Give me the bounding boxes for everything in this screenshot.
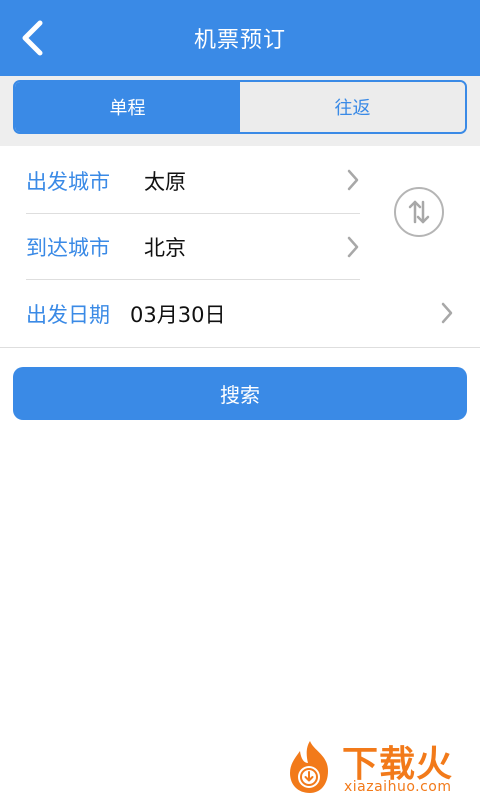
arrival-city-label: 到达城市	[26, 236, 110, 260]
chevron-left-icon	[22, 20, 43, 56]
page-title: 机票预订	[193, 28, 286, 53]
departure-date-value: 03月30日	[130, 303, 226, 327]
departure-date-row[interactable]: 出发日期 03月30日	[26, 281, 456, 347]
departure-city-value: 太原	[144, 170, 186, 194]
chevron-right-icon	[347, 169, 359, 191]
watermark: 下载火 xiazaihuo.com	[282, 733, 477, 798]
arrival-city-row[interactable]: 到达城市 北京	[26, 214, 366, 280]
back-button[interactable]	[8, 14, 56, 62]
search-button[interactable]: 搜索	[13, 367, 467, 420]
departure-city-row[interactable]: 出发城市 太原	[26, 148, 366, 214]
watermark-brand-en: xiazaihuo.com	[344, 779, 452, 795]
row-divider	[26, 279, 360, 280]
tab-one-way[interactable]: 单程	[15, 82, 240, 132]
trip-type-tabs: 单程 往返	[13, 80, 467, 134]
swap-cities-button[interactable]	[394, 187, 444, 237]
arrival-city-value: 北京	[144, 236, 186, 260]
departure-city-label: 出发城市	[26, 170, 110, 194]
swap-vertical-icon	[408, 200, 430, 224]
flight-booking-screen: 机票预订 单程 往返 出发城市 太原 到达城市 北京 出发日期 03月30日 搜…	[0, 0, 480, 800]
departure-date-label: 出发日期	[26, 303, 110, 327]
flame-logo-icon	[290, 741, 328, 793]
section-divider	[0, 347, 480, 348]
tab-round-trip[interactable]: 往返	[240, 82, 465, 132]
chevron-right-icon	[347, 236, 359, 258]
chevron-right-icon	[441, 302, 453, 324]
app-header: 机票预订	[0, 0, 480, 76]
